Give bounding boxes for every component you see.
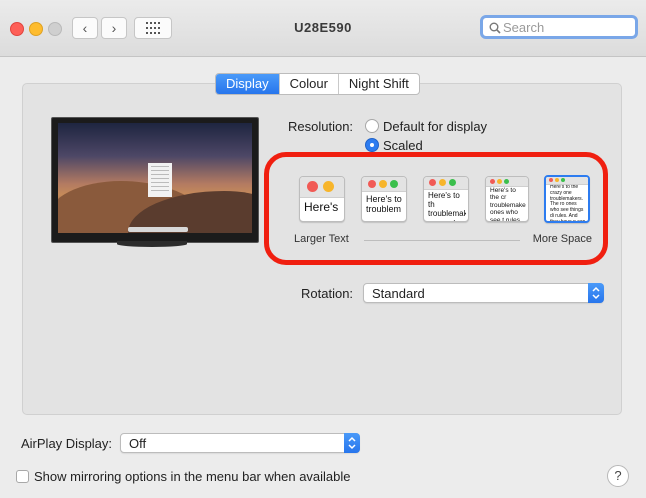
scaled-label[interactable]: Scaled bbox=[383, 138, 423, 153]
rotation-select[interactable]: Standard bbox=[363, 283, 604, 303]
scale-option-2-text: Here's to troublem bbox=[366, 194, 402, 215]
tab-colour[interactable]: Colour bbox=[280, 74, 339, 94]
scale-option-1[interactable]: Here's bbox=[299, 176, 345, 222]
display-preview bbox=[51, 117, 259, 247]
scale-option-5-text: Here's to the crazy one troublemakers. T… bbox=[550, 185, 586, 223]
larger-text-label: Larger Text bbox=[294, 233, 349, 245]
select-arrows-icon bbox=[588, 283, 604, 303]
search-icon bbox=[489, 22, 501, 34]
scale-option-1-text: Here's bbox=[304, 201, 339, 214]
tab-display[interactable]: Display bbox=[216, 74, 280, 94]
preview-dock bbox=[128, 227, 188, 232]
scale-option-2[interactable]: Here's to troublem bbox=[361, 176, 407, 222]
airplay-display-label: AirPlay Display: bbox=[21, 436, 113, 451]
scale-option-3[interactable]: Here's to th troublemak ones who s bbox=[423, 176, 469, 222]
search-input[interactable] bbox=[503, 19, 633, 36]
mirroring-label[interactable]: Show mirroring options in the menu bar w… bbox=[34, 469, 351, 484]
monitor-stand bbox=[117, 241, 187, 247]
radio-scaled[interactable] bbox=[365, 138, 379, 152]
more-space-label: More Space bbox=[532, 233, 592, 245]
rotation-value: Standard bbox=[372, 286, 425, 301]
scale-option-4[interactable]: Here's to the cr troublemakers. ones who… bbox=[485, 176, 529, 222]
scaling-options: Here's Here's to troublem Here's to th t… bbox=[284, 166, 600, 250]
scale-option-5[interactable]: Here's to the crazy one troublemakers. T… bbox=[544, 175, 590, 223]
monitor-frame bbox=[51, 117, 259, 243]
tab-bar: Display Colour Night Shift bbox=[215, 73, 420, 95]
scale-option-4-text: Here's to the cr troublemakers. ones who… bbox=[490, 187, 526, 222]
scale-divider bbox=[364, 240, 520, 241]
select-arrows-icon bbox=[344, 433, 360, 453]
airplay-display-select[interactable]: Off bbox=[120, 433, 360, 453]
airplay-display-value: Off bbox=[129, 436, 147, 451]
rotation-label: Rotation: bbox=[301, 286, 354, 301]
title-bar: ‹ › U28E590 bbox=[0, 0, 646, 57]
mirroring-checkbox[interactable] bbox=[16, 470, 29, 483]
help-button[interactable]: ? bbox=[607, 465, 629, 487]
desktop-wallpaper bbox=[58, 123, 252, 233]
resolution-label: Resolution: bbox=[288, 119, 354, 134]
radio-default-for-display[interactable] bbox=[365, 119, 379, 133]
preview-window bbox=[148, 163, 172, 197]
scale-option-3-text: Here's to th troublemak ones who s bbox=[428, 191, 466, 221]
tab-night-shift[interactable]: Night Shift bbox=[339, 74, 419, 94]
default-for-display-label[interactable]: Default for display bbox=[383, 119, 487, 134]
search-field[interactable] bbox=[480, 15, 638, 39]
